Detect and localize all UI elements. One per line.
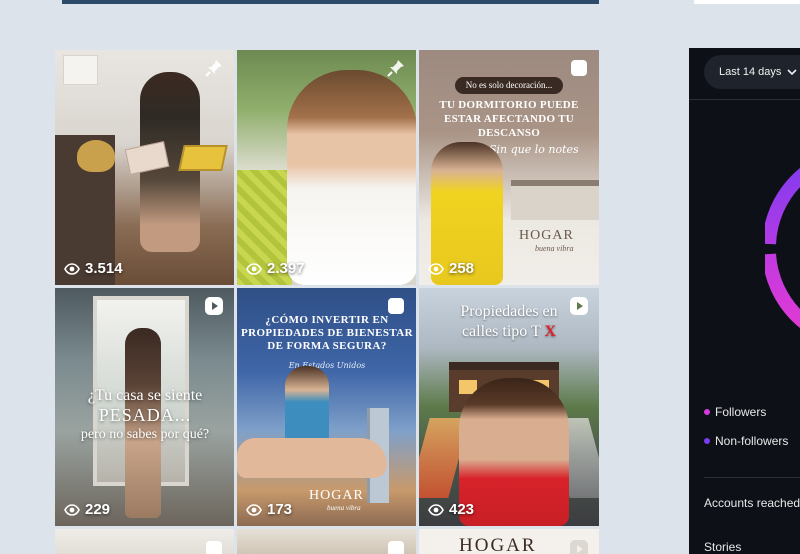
post-tile-5[interactable]: ¿CÓMO INVERTIR EN PROPIEDADES DE BIENEST… (237, 288, 416, 526)
eye-icon (428, 503, 444, 516)
post-tile-6[interactable]: Propiedades en calles tipo T X 423 (419, 288, 599, 526)
legend-dot (704, 438, 710, 444)
view-count: 173 (246, 501, 292, 518)
post-tile-3[interactable]: No es solo decoración... TU DORMITORIO P… (419, 50, 599, 285)
reel-icon (570, 297, 588, 315)
legend-dot (704, 409, 710, 415)
post-overlay-text: ¿Tu casa se siente PESADA... pero no sab… (59, 386, 231, 444)
chevron-down-icon (787, 69, 797, 76)
divider (704, 477, 800, 478)
post-tile-2[interactable]: 2.397 (237, 50, 416, 285)
view-count-value: 2.397 (267, 260, 305, 277)
date-range-label: Last 14 days (719, 66, 782, 78)
stories-row[interactable]: Stories (704, 540, 741, 554)
legend-followers: Followers (704, 405, 766, 419)
red-x-mark: X (544, 323, 557, 340)
non-followers-arc (765, 168, 800, 245)
post-thumbnail (237, 50, 416, 285)
legend-non-followers: Non-followers (704, 434, 788, 448)
post-pill-text: No es solo decoración... (455, 77, 563, 94)
view-count: 258 (428, 260, 474, 277)
eye-icon (246, 503, 262, 516)
eye-icon (428, 262, 444, 275)
post-heading: ¿CÓMO INVERTIR EN PROPIEDADES DE BIENEST… (241, 314, 413, 353)
view-count: 2.397 (246, 260, 305, 277)
carousel-icon (388, 541, 404, 554)
brand-tagline: buena vibra (535, 244, 574, 253)
carousel-icon (388, 298, 404, 314)
view-count-value: 423 (449, 501, 475, 518)
post-thumbnail: ¿CÓMO INVERTIR EN PROPIEDADES DE BIENEST… (237, 288, 416, 526)
legend-label: Followers (715, 405, 767, 419)
post-text-line: PESADA... (98, 405, 192, 425)
reel-icon (570, 540, 588, 554)
view-count-value: 258 (449, 260, 475, 277)
carousel-icon (206, 541, 222, 554)
view-count: 423 (428, 501, 474, 518)
brand-logo: HOGAR buena vibra (519, 228, 574, 253)
audience-donut-chart (765, 168, 800, 329)
view-count-value: 3.514 (85, 260, 123, 277)
post-script-text: Sin que lo notes (489, 143, 579, 156)
divider (689, 99, 800, 100)
brand-name: HOGAR (309, 488, 364, 503)
carousel-icon (571, 60, 587, 76)
post-tile-9[interactable]: HOGAR (419, 529, 599, 554)
post-text-line: pero no sabes por qué? (80, 427, 210, 442)
post-heading: TU DORMITORIO PUEDE ESTAR AFECTANDO TU D… (427, 98, 591, 140)
post-tile-7[interactable] (55, 529, 234, 554)
view-count: 3.514 (64, 260, 123, 277)
top-header-bar (62, 0, 599, 4)
posts-grid: 3.514 2.397 No es solo decoración... TU … (55, 50, 599, 554)
top-right-strip (694, 0, 800, 4)
view-count-value: 173 (267, 501, 293, 518)
post-heading-line: TU DORMITORIO PUEDE (439, 99, 579, 111)
post-heading-line: DE FORMA SEGURA? (267, 340, 387, 352)
eye-icon (64, 503, 80, 516)
legend-label: Non-followers (715, 434, 789, 448)
post-tile-4[interactable]: ¿Tu casa se siente PESADA... pero no sab… (55, 288, 234, 526)
post-text-line: ¿Tu casa se siente (87, 387, 203, 404)
brand-name: HOGAR (519, 228, 574, 243)
date-range-dropdown[interactable]: Last 14 days (704, 55, 800, 89)
post-thumbnail: Propiedades en calles tipo T X (419, 288, 599, 526)
post-heading-line: DESCANSO (477, 127, 541, 139)
reel-icon (205, 297, 223, 315)
brand-logo: HOGAR buena vibra (309, 488, 364, 512)
pin-icon (205, 60, 222, 77)
post-tile-8[interactable] (237, 529, 416, 554)
post-thumbnail: No es solo decoración... TU DORMITORIO P… (419, 50, 599, 285)
post-heading-line: calles tipo T (461, 323, 541, 340)
brand-tagline: buena vibra (327, 504, 361, 512)
post-tile-1[interactable]: 3.514 (55, 50, 234, 285)
post-subtitle: En Estados Unidos (288, 361, 366, 370)
post-heading-line: PROPIEDADES DE BIENESTAR (241, 327, 413, 339)
post-thumbnail (55, 50, 234, 285)
heart-graphic (77, 140, 115, 172)
view-count-value: 229 (85, 501, 111, 518)
gold-bars-graphic (178, 145, 228, 171)
insights-panel: Last 14 days Followers Non-followers Acc… (689, 48, 800, 554)
pin-icon (387, 60, 404, 77)
view-count: 229 (64, 501, 110, 518)
brand-logo: HOGAR (459, 535, 537, 554)
eye-icon (64, 262, 80, 275)
eye-icon (246, 262, 262, 275)
post-thumbnail: ¿Tu casa se siente PESADA... pero no sab… (55, 288, 234, 526)
post-heading-line: ESTAR AFECTANDO TU (443, 113, 575, 125)
accounts-reached-row[interactable]: Accounts reached (704, 496, 800, 510)
followers-arc (765, 253, 800, 329)
